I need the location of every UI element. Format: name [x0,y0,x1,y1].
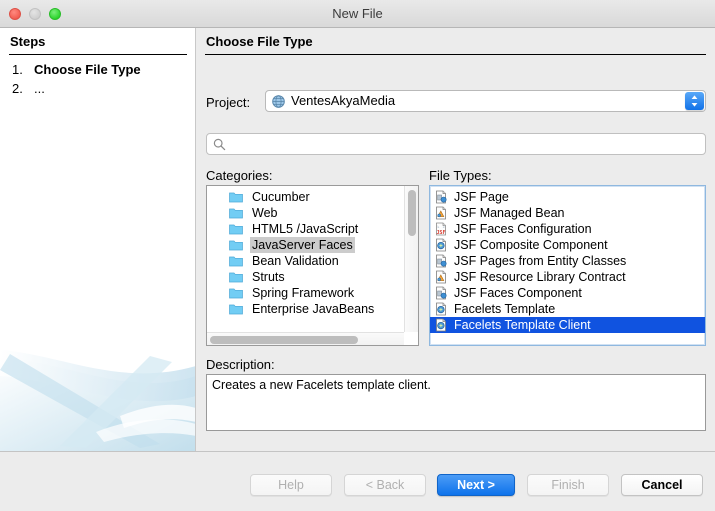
cancel-button[interactable]: Cancel [621,474,703,496]
search-input[interactable] [232,134,697,154]
file-type-item[interactable]: Facelets Template [430,301,705,317]
categories-listbox[interactable]: Cucumber Web HTML5 /JavaScript JavaServe… [206,185,419,346]
category-item[interactable]: Cucumber [207,189,405,205]
jsf-config-file-icon: JSF [436,222,446,236]
folder-icon [229,256,243,267]
file-type-item[interactable]: JSF Managed Bean [430,205,705,221]
file-type-label: JSF Faces Configuration [454,222,592,236]
file-type-label: JSF Composite Component [454,238,608,252]
search-icon [213,138,226,151]
category-label: Cucumber [252,190,310,204]
category-label: Struts [252,270,285,284]
finish-button[interactable]: Finish [527,474,609,496]
jsf-page-file-icon [436,254,447,268]
dialog-footer: Help < Back Next > Finish Cancel [0,451,715,511]
folder-icon [229,240,243,251]
step-item-1: 1. Choose File Type [12,62,192,81]
content-panel: Choose File Type Project: VentesAkyaMedi… [197,28,715,451]
file-types-list: JSF Page JSF Managed Bean JSF JSF Faces … [430,189,705,333]
category-item[interactable]: Enterprise JavaBeans [207,301,405,317]
categories-vertical-scrollbar[interactable] [404,186,418,333]
file-type-item[interactable]: JSF Faces Component [430,285,705,301]
file-type-item[interactable]: JSF Pages from Entity Classes [430,253,705,269]
category-label: Web [252,206,278,220]
steps-heading: Steps [10,34,46,49]
file-type-item[interactable]: JSF Composite Component [430,237,705,253]
filter-search-field[interactable] [206,133,706,155]
file-type-item-selected[interactable]: Facelets Template Client [430,317,705,333]
file-type-item[interactable]: JSF Page [430,189,705,205]
steps-panel: Steps 1. Choose File Type 2. ... [0,28,196,451]
file-type-label: JSF Managed Bean [454,206,565,220]
window-title: New File [332,6,383,21]
folder-icon [229,288,243,299]
folder-icon [229,272,243,283]
back-button[interactable]: < Back [344,474,426,496]
file-type-item[interactable]: JSF Resource Library Contract [430,269,705,285]
globe-icon [272,95,285,108]
scrollbar-thumb[interactable] [210,336,358,344]
description-label: Description: [206,357,275,372]
decorative-swoosh-graphic [0,350,195,451]
folder-icon [229,208,243,219]
category-label: JavaServer Faces [250,237,355,253]
step-number: 2. [12,81,23,96]
file-type-label: JSF Resource Library Contract [454,270,626,284]
jsf-composite-file-icon [436,302,446,316]
page-title: Choose File Type [206,34,313,49]
steps-list: 1. Choose File Type 2. ... [12,62,192,100]
category-label: Enterprise JavaBeans [252,302,375,316]
category-label: Bean Validation [252,254,339,268]
next-button[interactable]: Next > [437,474,515,496]
file-types-listbox[interactable]: JSF Page JSF Managed Bean JSF JSF Faces … [429,185,706,346]
category-item[interactable]: Struts [207,269,405,285]
jsf-page-file-icon [436,190,447,204]
window-titlebar: New File [0,0,715,28]
jsf-composite-file-icon [436,238,446,252]
file-type-label: Facelets Template [454,302,556,316]
category-label: HTML5 /JavaScript [252,222,359,236]
file-type-label: Facelets Template Client [454,318,591,332]
categories-label: Categories: [206,168,273,183]
project-label: Project: [206,95,251,110]
file-type-label: JSF Page [454,190,509,204]
category-item[interactable]: Web [207,205,405,221]
file-types-label: File Types: [429,168,492,183]
chevron-up-down-icon [691,95,698,107]
step-label: Choose File Type [34,62,141,77]
file-type-label: JSF Faces Component [454,286,582,300]
category-label: Spring Framework [252,286,355,300]
help-button[interactable]: Help [250,474,332,496]
category-item[interactable]: Bean Validation [207,253,405,269]
new-file-dialog: New File Steps 1. Choose File Type 2. ..… [0,0,715,511]
jsf-page-file-icon [436,286,447,300]
step-number: 1. [12,62,23,77]
folder-icon [229,192,243,203]
scrollbar-corner [404,332,418,345]
description-box: Creates a new Facelets template client. [206,374,706,431]
category-item-selected[interactable]: JavaServer Faces [207,237,405,253]
scrollbar-thumb[interactable] [408,190,416,236]
category-item[interactable]: Spring Framework [207,285,405,301]
folder-icon [229,304,243,315]
step-label: ... [34,81,45,96]
jsf-composite-file-icon [436,318,446,332]
file-type-label: JSF Pages from Entity Classes [454,254,627,268]
project-selected-value: VentesAkyaMedia [291,93,396,108]
jsf-bean-file-icon [436,206,446,220]
svg-text:JSF: JSF [436,230,445,236]
combobox-stepper-button[interactable] [685,92,704,110]
categories-list: Cucumber Web HTML5 /JavaScript JavaServe… [207,189,405,317]
jsf-bean-file-icon [436,270,446,284]
file-type-item[interactable]: JSF JSF Faces Configuration [430,221,705,237]
folder-icon [229,224,243,235]
project-combobox[interactable]: VentesAkyaMedia [265,90,706,112]
steps-heading-divider [9,54,187,55]
description-text: Creates a new Facelets template client. [212,378,431,392]
step-item-2: 2. ... [12,81,192,100]
page-title-divider [205,54,706,55]
categories-horizontal-scrollbar[interactable] [207,332,406,345]
category-item[interactable]: HTML5 /JavaScript [207,221,405,237]
